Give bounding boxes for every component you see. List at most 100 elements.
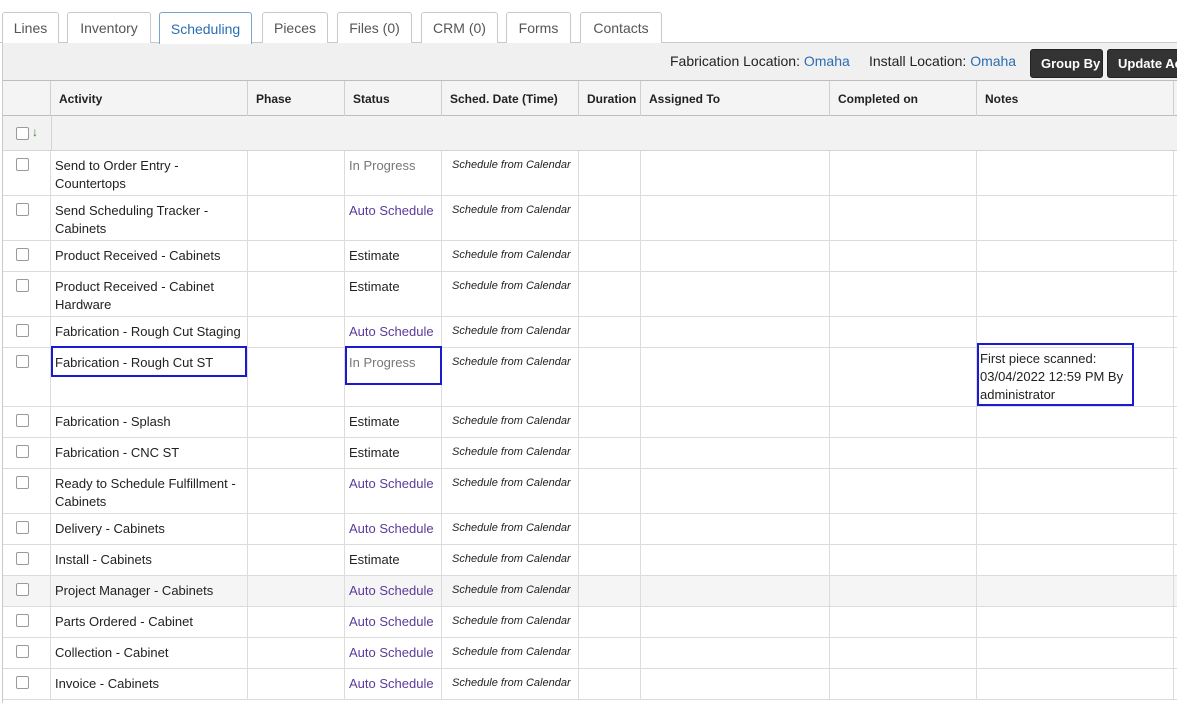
- activity-name[interactable]: Install - Cabinets: [55, 551, 152, 569]
- activity-cell[interactable]: Invoice - Cabinets: [51, 669, 248, 699]
- tab-crm-0[interactable]: CRM (0): [421, 12, 498, 43]
- activity-name[interactable]: Collection - Cabinet: [55, 644, 168, 662]
- schedule-from-calendar-link[interactable]: Schedule from Calendar: [452, 412, 571, 430]
- phase-cell[interactable]: [248, 638, 345, 668]
- assigned-to-cell[interactable]: [641, 607, 830, 637]
- status-value[interactable]: Estimate: [349, 444, 400, 462]
- assigned-to-cell[interactable]: [641, 514, 830, 544]
- activity-name[interactable]: Product Received - Cabinet Hardware: [55, 278, 214, 314]
- sched-date-cell[interactable]: Schedule from Calendar: [442, 514, 579, 544]
- schedule-from-calendar-link[interactable]: Schedule from Calendar: [452, 550, 571, 568]
- row-checkbox[interactable]: [16, 279, 29, 292]
- table-row[interactable]: Collection - Cabinet Auto Schedule Schedul…: [3, 638, 1177, 669]
- duration-cell[interactable]: [579, 514, 641, 544]
- row-checkbox[interactable]: [16, 614, 29, 627]
- sched-date-cell[interactable]: Schedule from Calendar: [442, 196, 579, 240]
- duration-cell[interactable]: [579, 317, 641, 347]
- phase-cell[interactable]: [248, 438, 345, 468]
- schedule-from-calendar-link[interactable]: Schedule from Calendar: [452, 322, 571, 340]
- update-activities-button[interactable]: Update Ac: [1107, 49, 1177, 78]
- row-checkbox[interactable]: [16, 445, 29, 458]
- assigned-to-cell[interactable]: [641, 196, 830, 240]
- column-header-assigned-to[interactable]: Assigned To: [641, 81, 830, 116]
- tab-contacts[interactable]: Contacts: [580, 12, 662, 43]
- assigned-to-cell[interactable]: [641, 317, 830, 347]
- sched-date-cell[interactable]: Schedule from Calendar: [442, 407, 579, 437]
- phase-cell[interactable]: [248, 576, 345, 606]
- activity-cell[interactable]: Project Manager - Cabinets: [51, 576, 248, 606]
- row-checkbox[interactable]: [16, 521, 29, 534]
- phase-cell[interactable]: [248, 317, 345, 347]
- table-row[interactable]: Invoice - Cabinets Auto Schedule Schedule …: [3, 669, 1177, 700]
- row-checkbox[interactable]: [16, 583, 29, 596]
- activity-name[interactable]: Ready to Schedule Fulfillment - Cabinets: [55, 475, 236, 511]
- schedule-from-calendar-link[interactable]: Schedule from Calendar: [452, 353, 571, 371]
- status-value[interactable]: Estimate: [349, 413, 400, 431]
- activity-cell[interactable]: Send to Order Entry - Countertops: [51, 151, 248, 195]
- phase-cell[interactable]: [248, 669, 345, 699]
- activity-cell[interactable]: Fabrication - Rough Cut Staging: [51, 317, 248, 347]
- status-value[interactable]: Estimate: [349, 278, 400, 296]
- column-header-status[interactable]: Status: [345, 81, 442, 116]
- assigned-to-cell[interactable]: [641, 669, 830, 699]
- table-row[interactable]: Ready to Schedule Fulfillment - Cabinets A…: [3, 469, 1177, 514]
- assigned-to-cell[interactable]: [641, 638, 830, 668]
- status-cell[interactable]: Auto Schedule: [345, 638, 442, 668]
- status-value[interactable]: Auto Schedule: [349, 323, 434, 341]
- status-cell[interactable]: Auto Schedule: [345, 469, 442, 513]
- status-cell[interactable]: Auto Schedule: [345, 607, 442, 637]
- activity-name[interactable]: Product Received - Cabinets: [55, 247, 220, 265]
- table-row[interactable]: Project Manager - Cabinets Auto Schedule S…: [3, 576, 1177, 607]
- row-checkbox[interactable]: [16, 414, 29, 427]
- activity-name[interactable]: Invoice - Cabinets: [55, 675, 159, 693]
- status-cell[interactable]: Auto Schedule: [345, 196, 442, 240]
- status-cell[interactable]: Estimate: [345, 241, 442, 271]
- tab-inventory[interactable]: Inventory: [67, 12, 151, 43]
- schedule-from-calendar-link[interactable]: Schedule from Calendar: [452, 246, 571, 264]
- row-checkbox[interactable]: [16, 552, 29, 565]
- activity-cell[interactable]: Ready to Schedule Fulfillment - Cabinets: [51, 469, 248, 513]
- phase-cell[interactable]: [248, 348, 345, 406]
- duration-cell[interactable]: [579, 576, 641, 606]
- activity-name[interactable]: Send to Order Entry - Countertops: [55, 157, 179, 193]
- status-value[interactable]: Auto Schedule: [349, 520, 434, 538]
- sched-date-cell[interactable]: Schedule from Calendar: [442, 348, 579, 406]
- duration-cell[interactable]: [579, 438, 641, 468]
- phase-cell[interactable]: [248, 545, 345, 575]
- sched-date-cell[interactable]: Schedule from Calendar: [442, 241, 579, 271]
- table-row[interactable]: Send to Order Entry - Countertops In Progr…: [3, 151, 1177, 196]
- duration-cell[interactable]: [579, 669, 641, 699]
- duration-cell[interactable]: [579, 151, 641, 195]
- sched-date-cell[interactable]: Schedule from Calendar: [442, 638, 579, 668]
- sched-date-cell[interactable]: Schedule from Calendar: [442, 576, 579, 606]
- row-checkbox[interactable]: [16, 476, 29, 489]
- status-cell[interactable]: Auto Schedule: [345, 669, 442, 699]
- schedule-from-calendar-link[interactable]: Schedule from Calendar: [452, 674, 571, 692]
- status-value[interactable]: Estimate: [349, 247, 400, 265]
- sort-down-arrow-icon[interactable]: ↓: [32, 125, 38, 139]
- status-value[interactable]: Auto Schedule: [349, 582, 434, 600]
- table-row[interactable]: Product Received - Cabinets Estimate Sched…: [3, 241, 1177, 272]
- activity-cell[interactable]: Fabrication - Splash: [51, 407, 248, 437]
- sched-date-cell[interactable]: Schedule from Calendar: [442, 438, 579, 468]
- row-checkbox[interactable]: [16, 645, 29, 658]
- status-value[interactable]: Estimate: [349, 551, 400, 569]
- group-by-button[interactable]: Group By: [1030, 49, 1103, 78]
- status-cell[interactable]: In Progress: [345, 151, 442, 195]
- status-value[interactable]: Auto Schedule: [349, 613, 434, 631]
- status-cell[interactable]: Estimate: [345, 407, 442, 437]
- sched-date-cell[interactable]: Schedule from Calendar: [442, 469, 579, 513]
- row-checkbox[interactable]: [16, 248, 29, 261]
- column-header-sched-date-time[interactable]: Sched. Date (Time): [442, 81, 579, 116]
- status-value[interactable]: Auto Schedule: [349, 675, 434, 693]
- activity-name[interactable]: Fabrication - CNC ST: [55, 444, 179, 462]
- sched-date-cell[interactable]: Schedule from Calendar: [442, 669, 579, 699]
- schedule-from-calendar-link[interactable]: Schedule from Calendar: [452, 277, 571, 295]
- duration-cell[interactable]: [579, 638, 641, 668]
- duration-cell[interactable]: [579, 607, 641, 637]
- row-checkbox[interactable]: [16, 355, 29, 368]
- assigned-to-cell[interactable]: [641, 272, 830, 316]
- activity-cell[interactable]: Parts Ordered - Cabinet: [51, 607, 248, 637]
- status-cell[interactable]: Estimate: [345, 545, 442, 575]
- activity-name[interactable]: Send Scheduling Tracker - Cabinets: [55, 202, 208, 238]
